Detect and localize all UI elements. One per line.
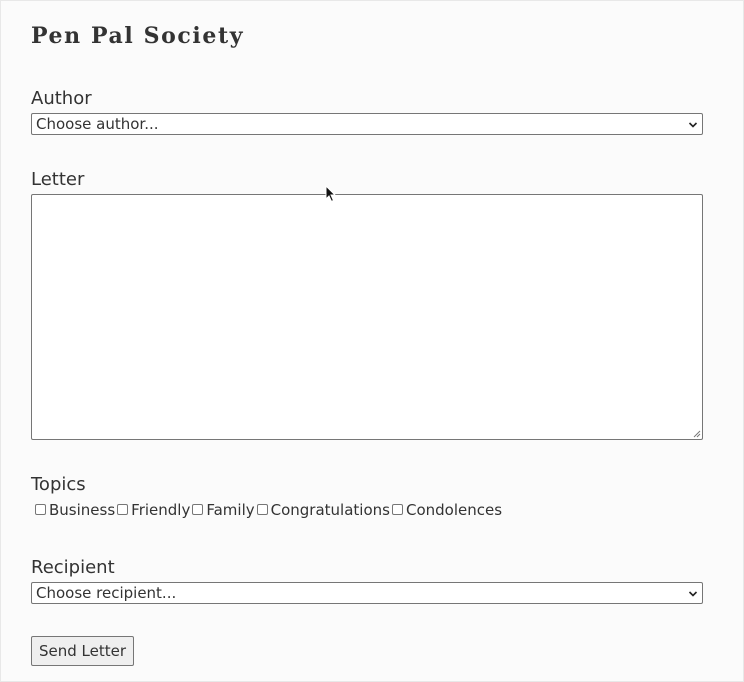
topic-congratulations[interactable]: Congratulations [256,500,392,520]
topic-friendly-checkbox[interactable] [117,503,129,515]
letter-textarea[interactable] [31,194,703,440]
letter-label: Letter [31,169,85,190]
topic-family-label: Family [206,501,255,519]
chevron-down-icon [688,591,698,597]
topic-friendly-label: Friendly [131,501,191,519]
topic-condolences-checkbox[interactable] [391,503,403,515]
topics-group: Business Friendly Family Congratulations… [35,500,504,520]
topic-friendly[interactable]: Friendly [117,500,192,520]
topic-condolences[interactable]: Condolences [391,500,504,520]
resize-grip-icon[interactable] [693,430,701,438]
mouse-pointer-icon [325,185,337,203]
page-title: Pen Pal Society [31,23,245,49]
author-select-value: Choose author... [36,115,159,133]
recipient-label: Recipient [31,557,115,578]
recipient-select-value: Choose recipient... [36,584,177,602]
send-letter-button[interactable]: Send Letter [31,636,135,666]
recipient-select[interactable]: Choose recipient... [31,582,703,604]
topic-business-label: Business [49,501,116,519]
topic-congratulations-label: Congratulations [270,501,390,519]
topic-business[interactable]: Business [35,500,117,520]
topic-family-checkbox[interactable] [192,503,204,515]
author-label: Author [31,88,92,109]
author-select[interactable]: Choose author... [31,113,703,135]
topic-business-checkbox[interactable] [35,503,46,515]
topic-family[interactable]: Family [192,500,256,520]
topics-label: Topics [31,474,86,495]
chevron-down-icon [688,122,698,128]
page-container: Pen Pal Society Author Choose author... … [0,0,744,682]
topic-condolences-label: Condolences [405,501,503,519]
topic-congratulations-checkbox[interactable] [256,503,268,515]
